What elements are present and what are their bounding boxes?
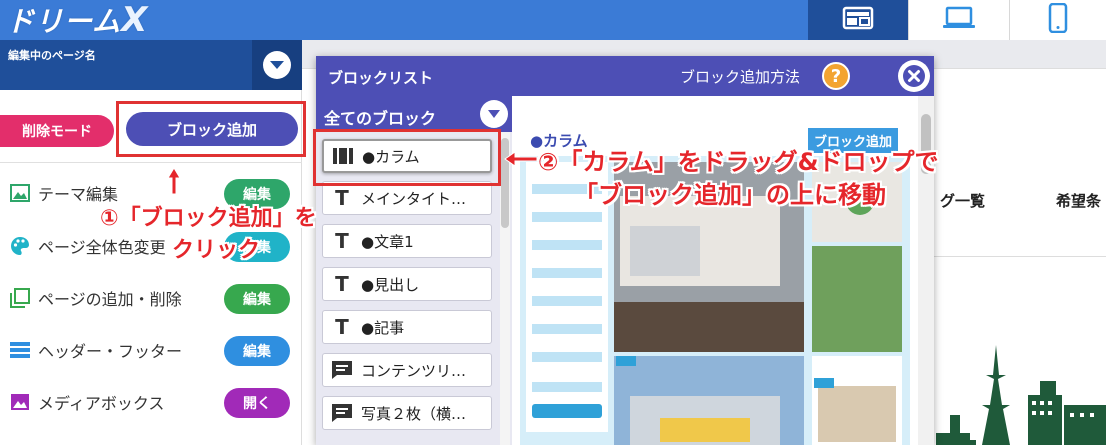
chevron-down-icon[interactable] bbox=[480, 100, 508, 128]
menu-label: ヘッダー・フッター bbox=[38, 342, 183, 361]
bg-nav-item[interactable]: 希望条 bbox=[1056, 190, 1101, 211]
header-icon bbox=[10, 340, 30, 360]
page-select-dropdown[interactable] bbox=[252, 40, 302, 90]
highlight-add-block bbox=[116, 101, 306, 157]
category-select-bar[interactable]: 全てのブロック bbox=[316, 96, 512, 132]
dialog-header: ブロックリスト ブロック追加方法 ? bbox=[316, 56, 934, 96]
highlight-column-block bbox=[313, 129, 501, 186]
block-item-text[interactable]: T ●文章1 bbox=[322, 224, 492, 258]
edit-header-footer-button[interactable]: 編集 bbox=[224, 336, 290, 366]
close-icon[interactable] bbox=[898, 60, 930, 92]
menu-label: ページ全体色変更 bbox=[38, 238, 166, 257]
block-item-main-title[interactable]: T メインタイト… bbox=[322, 181, 492, 215]
menu-label: ページの追加・削除 bbox=[38, 290, 182, 309]
menu-divider bbox=[0, 162, 302, 163]
text-icon: T bbox=[335, 315, 349, 339]
annotation-step2-line2: 「ブロック追加」の上に移動 bbox=[574, 181, 886, 209]
block-label: メインタイト… bbox=[361, 189, 467, 208]
block-list-dialog: ブロックリスト ブロック追加方法 ? 全てのブロック ●カラム T メインタイト bbox=[316, 56, 934, 445]
text-icon: T bbox=[335, 229, 349, 253]
annotation-step2-line1: ②「カラム」をドラッグ&ドロップで bbox=[538, 148, 939, 176]
app-logo[interactable]: ドリームX bbox=[6, 2, 148, 40]
comment-icon bbox=[331, 402, 353, 424]
palette-icon bbox=[10, 236, 30, 256]
view-mobile-button[interactable] bbox=[1010, 0, 1106, 40]
page-name-bar: 編集中のページ名 bbox=[0, 40, 302, 90]
menu-item-pages[interactable]: ページの追加・削除 編集 bbox=[10, 282, 290, 314]
view-pc-button[interactable] bbox=[808, 0, 908, 40]
menu-item-media-box[interactable]: メディアボックス 開く bbox=[10, 386, 290, 418]
app-root: ドリームX 編集中のページ名 削除モード ブロック追加 テーマ編集 編集 ページ… bbox=[0, 0, 1106, 445]
mobile-icon bbox=[1048, 2, 1068, 37]
pages-icon bbox=[10, 288, 30, 308]
comment-icon bbox=[331, 359, 353, 381]
image-icon bbox=[10, 183, 30, 203]
menu-item-header-footer[interactable]: ヘッダー・フッター 編集 bbox=[10, 334, 290, 366]
dialog-title: ブロックリスト bbox=[328, 69, 434, 87]
laptop-icon bbox=[942, 6, 976, 34]
how-to-add-link[interactable]: ブロック追加方法 bbox=[680, 66, 800, 87]
block-label: ●文章1 bbox=[361, 232, 414, 251]
block-item-article[interactable]: T ●記事 bbox=[322, 310, 492, 344]
view-laptop-button[interactable] bbox=[909, 0, 1009, 40]
menu-label: メディアボックス bbox=[38, 394, 165, 413]
logo-x: X bbox=[121, 0, 149, 40]
annotation-step1-line2: クリック bbox=[172, 238, 261, 263]
media-icon bbox=[10, 392, 30, 412]
block-label: ●見出し bbox=[361, 275, 420, 294]
block-item-heading[interactable]: T ●見出し bbox=[322, 267, 492, 301]
bg-nav-item[interactable]: グ一覧 bbox=[940, 190, 985, 211]
annotation-step1-line1: ①「ブロック追加」を bbox=[100, 206, 317, 231]
help-icon[interactable]: ? bbox=[822, 62, 850, 90]
block-list-scrollbar[interactable] bbox=[500, 132, 510, 445]
city-illustration bbox=[936, 345, 1106, 445]
top-bar: ドリームX bbox=[0, 0, 1106, 40]
block-label: コンテンツリ… bbox=[361, 361, 467, 380]
block-label: ●記事 bbox=[361, 318, 405, 337]
open-media-box-button[interactable]: 開く bbox=[224, 388, 290, 418]
page-name-label: 編集中のページ名 bbox=[8, 49, 96, 62]
text-icon: T bbox=[335, 272, 349, 296]
edit-pages-button[interactable]: 編集 bbox=[224, 284, 290, 314]
arrow-left-icon bbox=[504, 151, 538, 167]
layout-icon bbox=[842, 6, 874, 34]
block-item-content-list[interactable]: コンテンツリ… bbox=[322, 353, 492, 387]
bg-divider bbox=[934, 256, 1106, 257]
block-label: 写真２枚（横… bbox=[361, 404, 467, 423]
logo-area: ドリームX bbox=[0, 0, 808, 40]
block-item-two-photos[interactable]: 写真２枚（横… bbox=[322, 396, 492, 430]
category-label: 全てのブロック bbox=[324, 109, 437, 128]
text-icon: T bbox=[335, 186, 349, 210]
chevron-down-icon bbox=[263, 51, 291, 79]
delete-mode-button[interactable]: 削除モード bbox=[0, 115, 114, 147]
arrow-up-icon bbox=[167, 167, 181, 195]
logo-text: ドリーム bbox=[6, 5, 122, 38]
